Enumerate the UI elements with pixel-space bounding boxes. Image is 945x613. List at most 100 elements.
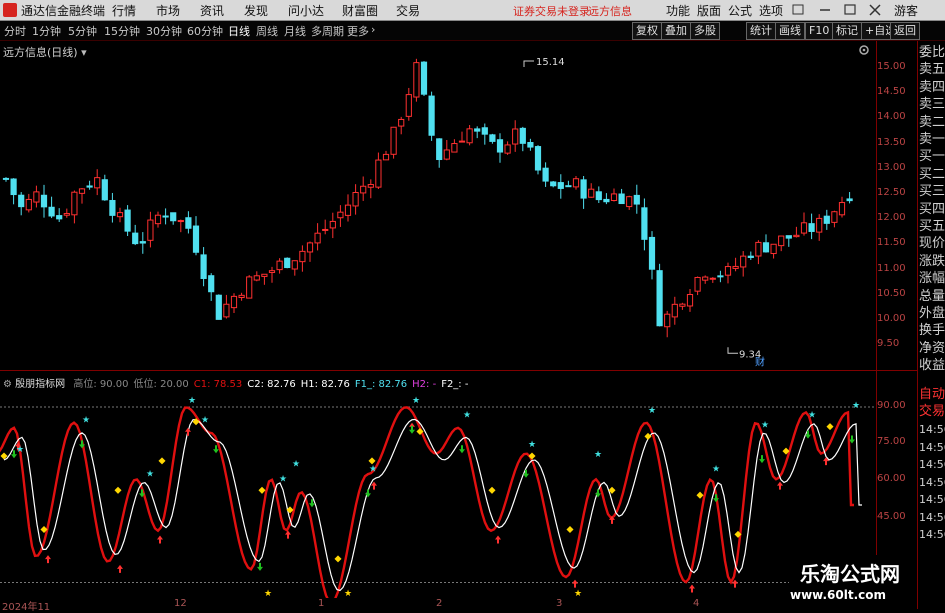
kline-chart[interactable]: 15.149.34财 xyxy=(0,41,877,370)
tongji-button[interactable]: 统计 xyxy=(746,22,776,40)
buy-arrow xyxy=(185,427,191,436)
sidebar-field-9[interactable]: 买四 xyxy=(919,203,945,216)
price-tick: 13.00 xyxy=(877,161,906,173)
candle xyxy=(413,58,420,102)
sidebar-field-12[interactable]: 涨跌 xyxy=(919,255,945,268)
sidebar-field-14[interactable]: 总量 xyxy=(919,290,945,303)
candle xyxy=(299,245,306,272)
bottom-star-mark: ★ xyxy=(574,589,582,598)
menu-banmian[interactable]: 版面 xyxy=(697,2,721,19)
sidebar-field-1[interactable]: 卖五 xyxy=(919,63,945,76)
candle xyxy=(793,226,800,238)
menu-xuanxiang[interactable]: 选项 xyxy=(759,2,783,19)
biaoji-button[interactable]: 标记 xyxy=(832,22,862,40)
price-tick: 11.00 xyxy=(877,262,906,274)
candle xyxy=(268,266,276,283)
back-button[interactable]: 返回 xyxy=(890,22,920,40)
sidebar-field-5[interactable]: 卖一 xyxy=(919,133,945,146)
sidebar-time: 14:56 xyxy=(919,423,945,436)
trade-login-notice[interactable]: 证券交易未登录 xyxy=(513,3,590,19)
candle xyxy=(778,235,785,252)
menu-gongshi[interactable]: 公式 xyxy=(728,2,752,19)
sidebar-field-16[interactable]: 换手 xyxy=(919,324,945,337)
sidebar-field-3[interactable]: 卖三 xyxy=(919,98,945,111)
sidebar-field-13[interactable]: 涨幅 xyxy=(919,272,945,285)
candle xyxy=(352,184,359,215)
period-multi[interactable]: 多周期 xyxy=(311,23,344,39)
sidebar-field-0[interactable]: 委比 xyxy=(919,46,945,59)
period-60min[interactable]: 60分钟 xyxy=(187,23,223,39)
f10-button[interactable]: F10 xyxy=(805,22,834,40)
menu-zixun[interactable]: 资讯 xyxy=(200,2,224,19)
period-1min[interactable]: 1分钟 xyxy=(32,23,61,39)
candle xyxy=(420,61,428,97)
candle xyxy=(656,263,663,327)
sidebar-field-8[interactable]: 买三 xyxy=(919,185,945,198)
sidebar-time: 14:56 xyxy=(919,458,945,471)
sidebar-field-11[interactable]: 现价 xyxy=(919,237,945,250)
finance-note-icon[interactable]: 财 xyxy=(755,355,765,368)
menu-gongneng[interactable]: 功能 xyxy=(666,2,690,19)
menu-shichang[interactable]: 市场 xyxy=(156,2,180,19)
candle xyxy=(208,273,215,301)
diejia-button[interactable]: 叠加 xyxy=(661,22,691,40)
candle xyxy=(496,133,504,163)
candle xyxy=(740,251,747,277)
sidebar-time: 14:56 xyxy=(919,528,945,541)
sidebar-field-6[interactable]: 买一 xyxy=(919,150,945,163)
close-icon xyxy=(869,4,881,16)
indicator-chart[interactable]: ★ ★ ★ ★ ★ ★ ★ ★ ★ ★ ★ ★ ★ ★ ★ ★ ★ ★ ★ ★ xyxy=(0,372,877,598)
signal-dot xyxy=(158,457,166,465)
sidebar-field-18[interactable]: 收益 xyxy=(919,359,945,372)
period-30min[interactable]: 30分钟 xyxy=(146,23,182,39)
period-weekly[interactable]: 周线 xyxy=(256,23,278,39)
sidebar-trade-0[interactable]: 自动 xyxy=(919,388,945,401)
sidebar-field-4[interactable]: 卖二 xyxy=(919,116,945,129)
period-fenshi[interactable]: 分时 xyxy=(4,23,26,39)
fuquan-button[interactable]: 复权 xyxy=(632,22,662,40)
sidebar-field-2[interactable]: 卖四 xyxy=(919,81,945,94)
menu-jiaoyi[interactable]: 交易 xyxy=(396,2,420,19)
menu-wenxiaoda[interactable]: 问小达 xyxy=(288,2,324,19)
period-daily[interactable]: 日线 xyxy=(228,23,250,39)
sidebar-field-15[interactable]: 外盘 xyxy=(919,307,945,320)
star-mark: ★ xyxy=(279,474,287,484)
candle xyxy=(382,150,390,161)
candle xyxy=(192,216,200,256)
date-tick: 2024年11 xyxy=(2,602,51,613)
sidebar-field-7[interactable]: 买二 xyxy=(919,168,945,181)
candle xyxy=(458,131,466,143)
sell-arrow xyxy=(805,430,811,439)
menu-faxian[interactable]: 发现 xyxy=(244,2,268,19)
period-monthly[interactable]: 月线 xyxy=(284,23,306,39)
candle xyxy=(177,219,184,233)
candle xyxy=(2,177,10,182)
signal-dot xyxy=(566,525,574,534)
sidebar-field-17[interactable]: 净资 xyxy=(919,342,945,355)
star-mark: ★ xyxy=(146,470,154,480)
candle xyxy=(565,180,572,188)
menu-hangqing[interactable]: 行情 xyxy=(112,2,136,19)
sidebar-field-10[interactable]: 买五 xyxy=(919,220,945,233)
star-mark: ★ xyxy=(188,396,196,406)
candle xyxy=(466,125,473,146)
menu-caifuquan[interactable]: 财富圈 xyxy=(342,2,378,19)
candle xyxy=(33,185,40,208)
period-15min[interactable]: 15分钟 xyxy=(104,23,140,39)
candle xyxy=(686,289,694,312)
buy-arrow xyxy=(495,535,501,544)
candle xyxy=(322,219,329,235)
candle xyxy=(398,116,405,135)
chevron-right-icon[interactable]: › xyxy=(371,23,375,36)
period-5min[interactable]: 5分钟 xyxy=(68,23,97,39)
date-tick: 2 xyxy=(436,598,443,609)
candle xyxy=(648,231,656,280)
period-more[interactable]: 更多 xyxy=(347,23,369,39)
duogu-button[interactable]: 多股 xyxy=(690,22,720,40)
candle xyxy=(139,232,146,254)
buy-arrow xyxy=(117,564,123,573)
star-mark: ★ xyxy=(528,440,536,450)
price-tick: 9.50 xyxy=(877,338,900,350)
sidebar-trade-1[interactable]: 交易 xyxy=(919,405,945,418)
huaxian-button[interactable]: 画线 xyxy=(775,22,805,40)
